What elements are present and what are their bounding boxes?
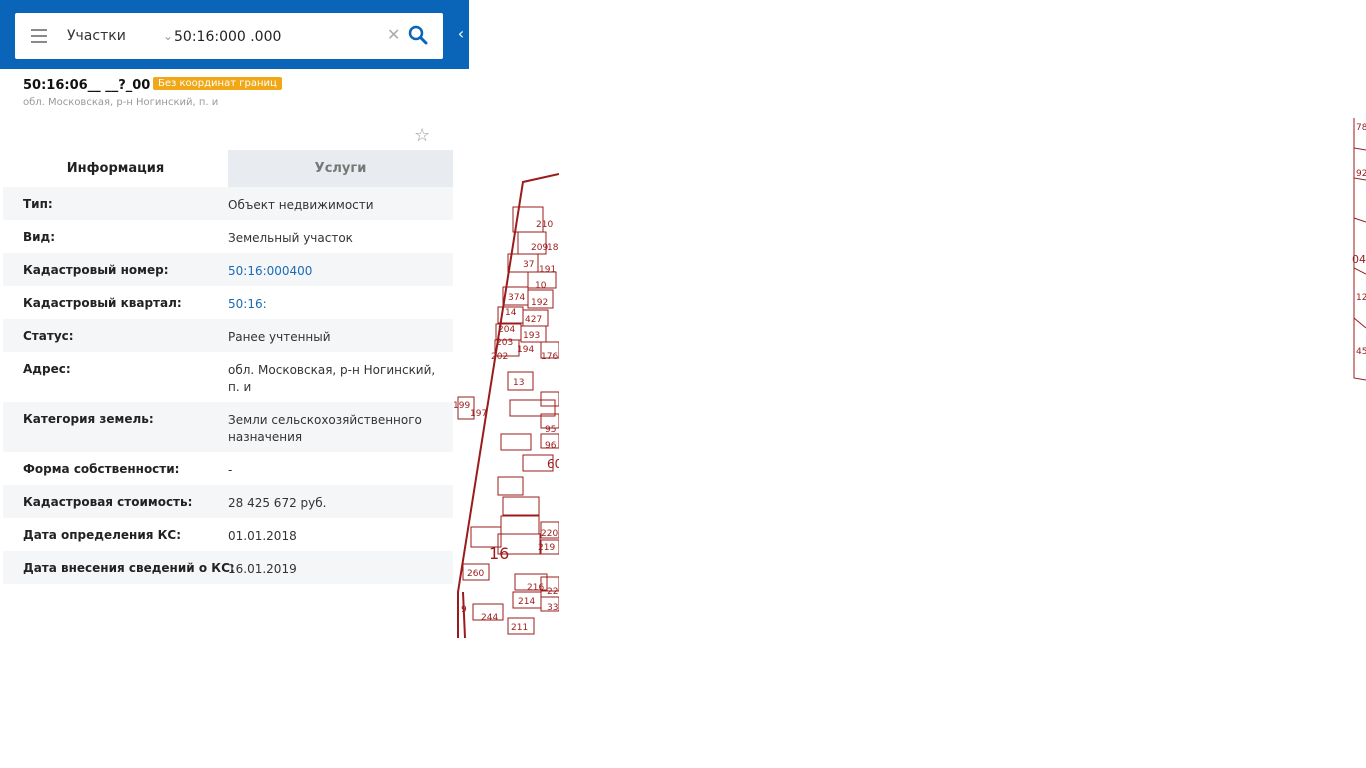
svg-text:189: 189 (547, 243, 559, 253)
info-row-valuation-date: Дата определения КС: 01.01.2018 (3, 518, 453, 551)
info-value: Объект недвижимости (228, 198, 374, 212)
svg-text:203: 203 (496, 338, 513, 348)
svg-text:244: 244 (481, 613, 498, 623)
svg-text:60: 60 (547, 457, 559, 471)
svg-text:202: 202 (491, 352, 508, 362)
info-row-address: Адрес: обл. Московская, р-н Ногинский, п… (3, 352, 453, 402)
info-value: 28 425 672 руб. (228, 496, 327, 510)
info-value: обл. Московская, р-н Ногинский, п. и (228, 363, 436, 394)
cadastral-map-left[interactable]: 210 209 189 37 191 10 374 192 14 427 204… (453, 172, 559, 638)
svg-text:374: 374 (508, 293, 525, 303)
info-key: Дата внесения сведений о КС: (23, 561, 235, 575)
info-value: 16.01.2019 (228, 562, 297, 576)
info-row-ownership: Форма собственности: - (3, 452, 453, 485)
svg-text:193: 193 (523, 331, 540, 341)
svg-text:219: 219 (538, 543, 555, 553)
object-number: 50:16:06__ __?_00 (23, 78, 151, 93)
svg-text:92: 92 (1356, 169, 1366, 179)
star-icon[interactable]: ☆ (414, 125, 430, 146)
search-input[interactable] (172, 21, 386, 53)
svg-text:37: 37 (523, 260, 534, 270)
tab-services[interactable]: Услуги (228, 150, 453, 187)
info-row-cadastral-number: Кадастровый номер: 50:16:000400 (3, 253, 453, 286)
info-row-land-category: Категория земель: Земли сельскохозяйстве… (3, 402, 453, 452)
info-key: Категория земель: (23, 412, 154, 426)
svg-text:192: 192 (531, 298, 548, 308)
object-address: обл. Московская, р-н Ногинский, п. и (23, 97, 219, 108)
svg-text:10: 10 (535, 281, 547, 291)
info-key: Адрес: (23, 362, 71, 376)
info-key: Дата определения КС: (23, 528, 182, 542)
svg-text:78: 78 (1356, 123, 1366, 133)
svg-text:220: 220 (541, 529, 558, 539)
svg-text:96: 96 (545, 441, 557, 451)
info-panel: Участки ⌄ ✕ ‹ 50:16:06__ __?_00 Без коор… (0, 0, 469, 638)
svg-text:16: 16 (489, 544, 509, 563)
chevron-left-icon[interactable]: ‹ (453, 22, 469, 46)
info-row-entry-date: Дата внесения сведений о КС: 16.01.2019 (3, 551, 453, 584)
svg-text:210: 210 (536, 220, 553, 230)
info-value: - (228, 463, 233, 477)
svg-text:33: 33 (547, 603, 558, 613)
svg-text:194: 194 (517, 345, 534, 355)
svg-text:95: 95 (545, 425, 556, 435)
tab-information[interactable]: Информация (3, 150, 228, 187)
svg-text:260: 260 (467, 569, 484, 579)
layer-select-label: Участки (67, 28, 126, 44)
layer-select[interactable]: Участки ⌄ (67, 13, 173, 59)
svg-text:427: 427 (525, 315, 542, 325)
info-key: Вид: (23, 230, 56, 244)
status-badge: Без координат границ (153, 77, 282, 90)
info-value: 01.01.2018 (228, 529, 297, 543)
info-key: Кадастровый номер: (23, 263, 169, 277)
svg-text:14: 14 (505, 308, 517, 318)
info-key: Статус: (23, 329, 74, 343)
svg-text:204: 204 (498, 325, 515, 335)
info-row-cadastral-quarter: Кадастровый квартал: 50:16: (3, 286, 453, 319)
info-key: Тип: (23, 197, 53, 211)
svg-text:197: 197 (470, 409, 487, 419)
info-row-kind: Вид: Земельный участок (3, 220, 453, 253)
cadastral-quarter-link[interactable]: 50:16: (228, 296, 438, 313)
menu-icon[interactable] (31, 29, 47, 43)
info-key: Кадастровый квартал: (23, 296, 182, 310)
info-row-cadastral-value: Кадастровая стоимость: 28 425 672 руб. (3, 485, 453, 518)
svg-text:9: 9 (461, 605, 467, 615)
svg-text:04: 04 (1352, 253, 1366, 266)
svg-text:216: 216 (527, 583, 544, 593)
search-box: Участки ⌄ ✕ (15, 13, 443, 59)
svg-text:176: 176 (541, 352, 558, 362)
svg-text:13: 13 (513, 378, 524, 388)
svg-text:45: 45 (1356, 347, 1366, 357)
info-value: Земельный участок (228, 231, 353, 245)
info-value: Земли сельскохозяйственного назначения (228, 413, 422, 444)
info-key: Кадастровая стоимость: (23, 495, 193, 509)
tabs: Информация Услуги (3, 150, 453, 187)
svg-text:199: 199 (453, 401, 470, 411)
svg-text:12: 12 (1356, 293, 1366, 303)
close-icon[interactable]: ✕ (387, 25, 400, 44)
search-bar: Участки ⌄ ✕ ‹ (0, 0, 469, 69)
svg-text:191: 191 (539, 265, 556, 275)
cadastral-number-link[interactable]: 50:16:000400 (228, 263, 438, 280)
svg-text:214: 214 (518, 597, 535, 607)
info-row-status: Статус: Ранее учтенный (3, 319, 453, 352)
svg-text:22: 22 (547, 587, 558, 597)
info-row-type: Тип: Объект недвижимости (3, 187, 453, 220)
info-key: Форма собственности: (23, 462, 180, 476)
info-value: Ранее учтенный (228, 330, 331, 344)
svg-text:211: 211 (511, 623, 528, 633)
cadastral-map-right[interactable]: 78 92 04 12 45 (1350, 118, 1366, 418)
search-icon[interactable] (408, 25, 428, 45)
svg-text:209: 209 (531, 243, 548, 253)
info-table: Тип: Объект недвижимости Вид: Земельный … (3, 187, 453, 584)
object-header: 50:16:06__ __?_00 Без координат границ о… (0, 69, 453, 149)
